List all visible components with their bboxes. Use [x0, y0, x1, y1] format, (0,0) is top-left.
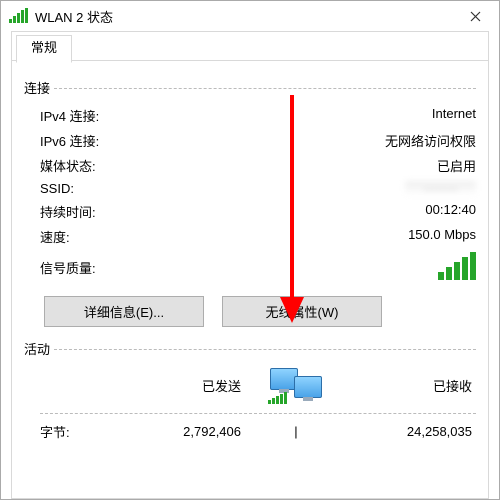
details-button[interactable]: 详细信息(E)... [44, 296, 204, 327]
titlebar: WLAN 2 状态 [1, 1, 499, 31]
row-ssid: SSID: ········ [24, 178, 476, 199]
media-label: 媒体状态: [40, 156, 96, 175]
section-head-activity: 活动 [24, 339, 476, 358]
activity-bytes-row: 字节: 2,792,406 | 24,258,035 [24, 422, 476, 441]
ipv6-label: IPv6 连接: [40, 131, 99, 150]
bytes-label: 字节: [40, 422, 120, 441]
signal-label: 信号质量: [40, 258, 96, 277]
section-label-connection: 连接 [24, 78, 54, 97]
close-button[interactable] [455, 1, 495, 31]
bytes-recv-value: 24,258,035 [351, 424, 476, 439]
window-title: WLAN 2 状态 [35, 7, 113, 26]
divider [40, 413, 476, 414]
row-speed: 速度: 150.0 Mbps [24, 224, 476, 249]
wlan-status-window: WLAN 2 状态 常规 连接 IPv4 连接: Internet IPv6 连… [0, 0, 500, 500]
network-icon [241, 366, 351, 405]
signal-value [436, 252, 476, 283]
signal-bars-icon [436, 252, 476, 280]
section-head-connection: 连接 [24, 78, 476, 97]
tab-general[interactable]: 常规 [16, 35, 72, 63]
row-ipv6: IPv6 连接: 无网络访问权限 [24, 128, 476, 153]
speed-value: 150.0 Mbps [408, 227, 476, 246]
speed-label: 速度: [40, 227, 70, 246]
bytes-sent-value: 2,792,406 [120, 424, 241, 439]
ipv6-value: 无网络访问权限 [385, 131, 476, 150]
ssid-value: ········ [405, 181, 476, 196]
ipv4-label: IPv4 连接: [40, 106, 99, 125]
section-label-activity: 活动 [24, 339, 50, 358]
button-row: 详细信息(E)... 无线属性(W) [44, 296, 476, 327]
divider [54, 88, 476, 89]
media-value: 已启用 [437, 156, 476, 175]
mini-signal-icon [268, 392, 288, 404]
ipv4-value: Internet [432, 106, 476, 125]
sent-label: 已发送 [120, 376, 241, 395]
recv-label: 已接收 [351, 376, 476, 395]
activity-header-row: 已发送 已接收 [24, 366, 476, 405]
content-area: 连接 IPv4 连接: Internet IPv6 连接: 无网络访问权限 媒体… [24, 72, 476, 498]
close-icon [470, 11, 481, 22]
ssid-label: SSID: [40, 181, 74, 196]
row-media: 媒体状态: 已启用 [24, 153, 476, 178]
row-signal: 信号质量: [24, 249, 476, 286]
wifi-icon [9, 9, 29, 23]
duration-value: 00:12:40 [425, 202, 476, 221]
main-panel: 常规 连接 IPv4 连接: Internet IPv6 连接: 无网络访问权限… [11, 31, 489, 499]
wireless-properties-button[interactable]: 无线属性(W) [222, 296, 382, 327]
tabstrip: 常规 [12, 32, 488, 61]
row-duration: 持续时间: 00:12:40 [24, 199, 476, 224]
row-ipv4: IPv4 连接: Internet [24, 103, 476, 128]
duration-label: 持续时间: [40, 202, 96, 221]
divider [54, 349, 476, 350]
